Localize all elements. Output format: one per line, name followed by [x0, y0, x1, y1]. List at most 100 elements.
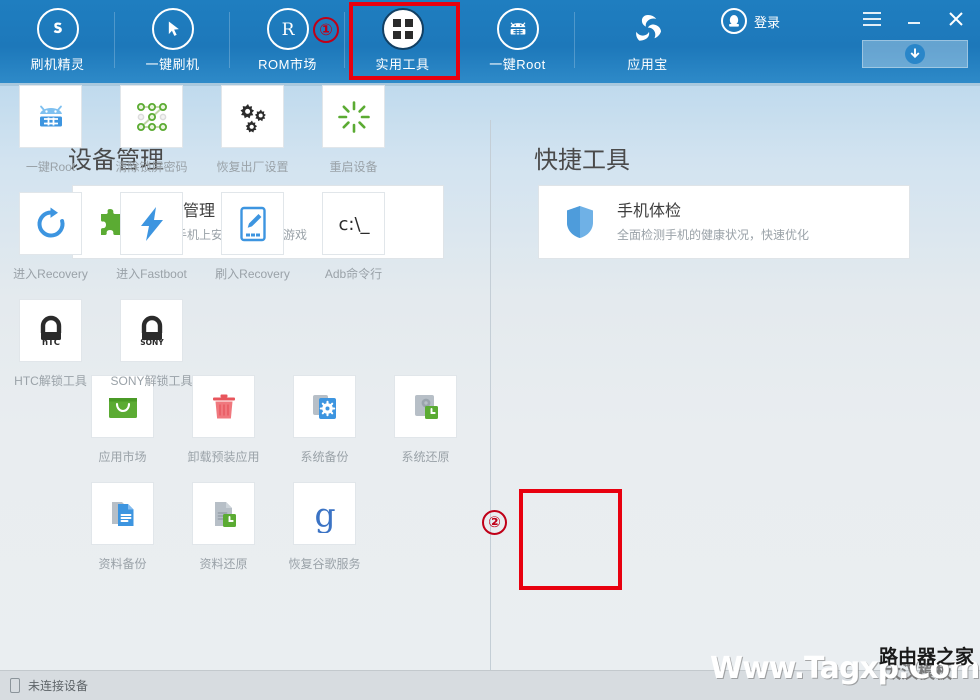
- nav-item-utility-tools[interactable]: 实用工具: [345, 0, 460, 83]
- htc-unlock-icon: hTC: [40, 315, 61, 348]
- annotation-badge-1: ①: [313, 17, 339, 43]
- tile-label: 资料备份: [98, 557, 147, 571]
- svg-text:R: R: [281, 20, 295, 40]
- tile-icon-box: [120, 192, 183, 255]
- nav-item-label: 一键刷机: [145, 57, 200, 72]
- nav-item-label: 实用工具: [375, 57, 430, 72]
- nav-item-shuaji-jingling[interactable]: 刷机精灵: [0, 0, 115, 83]
- close-icon[interactable]: [946, 8, 966, 30]
- nav-item-label: 刷机精灵: [30, 57, 85, 72]
- tile-icon-box: SONY: [120, 299, 183, 362]
- tile-icon-box: hTC: [19, 299, 82, 362]
- svg-text:g: g: [314, 495, 335, 533]
- tile-label: 应用市场: [98, 450, 147, 464]
- column-divider: [490, 120, 491, 675]
- feature-card-text: 手机体检 全面检测手机的健康状况，快速优化: [617, 202, 809, 243]
- tile-restore-google-services[interactable]: g 恢复谷歌服务: [274, 482, 375, 572]
- tile-row: 进入Recovery 进入Fastboot 刷入Recovery c:\_ Ad…: [0, 192, 404, 282]
- tile-htc-unlock-tool[interactable]: hTC HTC解锁工具: [0, 299, 101, 389]
- data-restore-icon: [214, 501, 236, 527]
- tile-label: SONY解锁工具: [110, 374, 193, 388]
- tile-label: 刷入Recovery: [215, 267, 290, 281]
- nav-item-yingyongbao[interactable]: 应用宝: [575, 0, 720, 83]
- tile-label: 资料还原: [199, 557, 248, 571]
- tile-icon-box: [19, 192, 82, 255]
- tile-flash-recovery[interactable]: 刷入Recovery: [202, 192, 303, 282]
- tile-icon-box: [221, 85, 284, 148]
- nav-item-yijian-root[interactable]: 一键Root: [460, 0, 575, 83]
- quick-tool-grid: 一键Root 清除锁屏密码 恢复出厂设置 重启设备 进入Recovery 进入F…: [0, 85, 404, 406]
- tile-label: 恢复出厂设置: [216, 160, 289, 174]
- svg-text:c:\_: c:\_: [338, 214, 370, 235]
- tile-reboot-device[interactable]: 重启设备: [303, 85, 404, 175]
- pattern-lock-icon: [136, 102, 167, 131]
- hamburger-menu-icon[interactable]: [862, 8, 882, 30]
- tencent-appbao-icon: [627, 8, 669, 50]
- tile-factory-reset[interactable]: 恢复出厂设置: [202, 85, 303, 175]
- shield-s-icon: [36, 8, 79, 50]
- main-nav: 刷机精灵 一键刷机 R ROM市场 实用工具 一键Root 应用宝: [0, 0, 720, 83]
- gears-icon: [240, 103, 266, 132]
- tile-icon-box: [322, 85, 385, 148]
- sony-unlock-icon: SONY: [140, 315, 164, 347]
- android-root-icon: [39, 105, 62, 126]
- download-button[interactable]: [862, 40, 968, 68]
- restart-burst-icon: [337, 100, 370, 133]
- minimize-icon[interactable]: [904, 8, 924, 30]
- refresh-circle-icon: [37, 207, 64, 237]
- tile-data-restore[interactable]: 资料还原: [173, 482, 274, 572]
- login-label: 登录: [753, 14, 780, 30]
- android-root-icon: [496, 8, 539, 50]
- section-title-quick-tools: 快捷工具: [534, 147, 630, 174]
- device-tool-grid: 应用市场 卸载预装应用 系统备份 系统还原 资料备份 资料还原 g 恢复谷歌服务: [72, 375, 476, 589]
- tile-icon-box: g: [293, 482, 356, 545]
- tile-data-backup[interactable]: 资料备份: [72, 482, 173, 572]
- app-header: 刷机精灵 一键刷机 R ROM市场 实用工具 一键Root 应用宝 ① 登录: [0, 0, 980, 85]
- login-button[interactable]: 登录: [720, 8, 780, 34]
- tile-icon-box: [221, 192, 284, 255]
- feature-card-subtitle: 全面检测手机的健康状况，快速优化: [617, 227, 810, 242]
- tile-clear-lockscreen-password[interactable]: 清除锁屏密码: [101, 85, 202, 175]
- nav-item-yijian-shuaji[interactable]: 一键刷机: [115, 0, 230, 83]
- nav-item-label: ROM市场: [258, 57, 317, 72]
- feature-card-title: 手机体检: [617, 202, 682, 220]
- tile-enter-fastboot[interactable]: 进入Fastboot: [101, 192, 202, 282]
- penguin-avatar-icon: [720, 8, 747, 34]
- tile-label: 重启设备: [329, 160, 378, 174]
- svg-text:SONY: SONY: [140, 338, 164, 347]
- nav-item-label: 应用宝: [627, 57, 668, 72]
- tile-icon-box: [19, 85, 82, 148]
- tile-icon-box: [91, 482, 154, 545]
- registered-r-icon: R: [266, 8, 309, 50]
- feature-card-phone-checkup[interactable]: 手机体检 全面检测手机的健康状况，快速优化: [538, 185, 910, 259]
- command-prompt-icon: c:\_: [338, 214, 370, 235]
- nav-item-label: 一键Root: [489, 57, 546, 72]
- highlight-box-enter-recovery: [519, 489, 622, 590]
- main-content: 设备管理 应用管理 管理手机上安装的应用及游戏: [0, 85, 980, 675]
- tile-enter-recovery[interactable]: 进入Recovery: [0, 192, 101, 282]
- tile-icon-box: c:\_: [322, 192, 385, 255]
- connection-status-text: 未连接设备: [28, 679, 89, 693]
- tile-label: 进入Recovery: [13, 267, 88, 281]
- system-restore-icon: [414, 394, 438, 419]
- download-arrow-icon: [905, 44, 925, 64]
- tile-label: 进入Fastboot: [116, 267, 187, 281]
- tile-adb-command-line[interactable]: c:\_ Adb命令行: [303, 192, 404, 282]
- tile-icon-box: [120, 85, 183, 148]
- tile-label: 恢复谷歌服务: [288, 557, 361, 571]
- tile-label: Adb命令行: [324, 267, 383, 281]
- status-bar: 未连接设备: [0, 670, 980, 700]
- svg-text:hTC: hTC: [41, 338, 59, 348]
- tile-row: 资料备份 资料还原 g 恢复谷歌服务: [72, 482, 476, 572]
- cursor-arrow-icon: [151, 8, 194, 50]
- phone-pencil-icon: [239, 206, 266, 241]
- tile-row: hTC HTC解锁工具 SONY SONY解锁工具 . .: [0, 299, 404, 389]
- data-backup-icon: [111, 501, 133, 526]
- tile-sony-unlock-tool[interactable]: SONY SONY解锁工具: [101, 299, 202, 389]
- phone-outline-icon: [10, 678, 20, 693]
- lightning-bolt-icon: [140, 206, 163, 241]
- tile-one-click-root[interactable]: 一键Root: [0, 85, 101, 175]
- tile-label: HTC解锁工具: [14, 374, 87, 388]
- tile-label: 一键Root: [25, 160, 76, 174]
- grid-squares-icon: [381, 8, 424, 50]
